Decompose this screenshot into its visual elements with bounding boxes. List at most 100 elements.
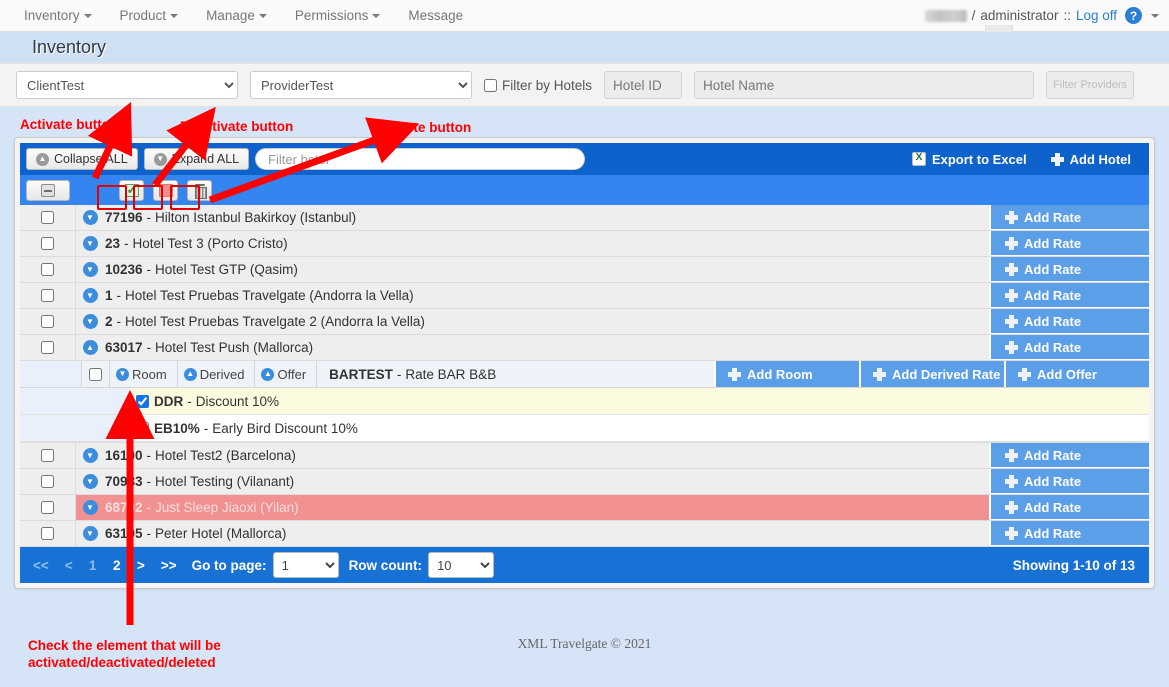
- add-hotel-button[interactable]: Add Hotel: [1039, 146, 1143, 172]
- hotel-name-input[interactable]: [694, 71, 1035, 99]
- rate-tab-derived[interactable]: ▲ Derived: [177, 361, 256, 387]
- offer-checkbox[interactable]: [135, 421, 149, 435]
- table-row[interactable]: ▼ 10236- Hotel Test GTP (Qasim) Add Rate: [20, 257, 1149, 283]
- deactivate-button[interactable]: [153, 179, 178, 201]
- filter-hotel-input[interactable]: [255, 148, 586, 170]
- offer-select-cell[interactable]: [130, 394, 154, 408]
- add-rate-button[interactable]: Add Rate: [989, 443, 1149, 468]
- row-expander-cell[interactable]: ▼: [76, 469, 104, 494]
- filter-by-hotels-checkbox[interactable]: [484, 78, 497, 92]
- add-rate-button[interactable]: Add Rate: [989, 231, 1149, 256]
- row-checkbox[interactable]: [41, 449, 54, 462]
- offer-row[interactable]: EB10% - Early Bird Discount 10%: [20, 415, 1149, 442]
- row-select-cell[interactable]: [20, 257, 76, 282]
- chevron-down-icon[interactable]: [1151, 13, 1159, 18]
- row-checkbox[interactable]: [41, 341, 54, 354]
- row-checkbox[interactable]: [41, 475, 54, 488]
- collapse-all-button[interactable]: ▲ Collapse ALL: [26, 148, 138, 170]
- chevron-down-icon[interactable]: ▼: [82, 210, 98, 225]
- pager-page-1[interactable]: 1: [84, 554, 102, 576]
- row-checkbox[interactable]: [41, 211, 54, 224]
- row-expander-cell[interactable]: ▼: [76, 257, 104, 282]
- row-select-cell[interactable]: [20, 309, 76, 334]
- table-row[interactable]: ▼ 77196- Hilton Istanbul Bakirkoy (Istanbu…: [20, 205, 1149, 231]
- row-expander-cell[interactable]: ▼: [76, 443, 104, 468]
- chevron-up-icon[interactable]: ▲: [82, 340, 98, 355]
- rate-tab-offer[interactable]: ▲ Offer: [255, 361, 318, 387]
- activate-button[interactable]: [119, 179, 144, 201]
- table-row[interactable]: ▼ 23- Hotel Test 3 (Porto Cristo) Add Rate: [20, 231, 1149, 257]
- row-checkbox[interactable]: [41, 527, 54, 540]
- pager-next[interactable]: >: [132, 554, 150, 576]
- add-rate-button[interactable]: Add Rate: [989, 205, 1149, 230]
- table-row[interactable]: ▼ 16100- Hotel Test2 (Barcelona) Add Rate: [20, 443, 1149, 469]
- add-rate-button[interactable]: Add Rate: [989, 309, 1149, 334]
- row-checkbox[interactable]: [41, 315, 54, 328]
- nav-item-inventory[interactable]: Inventory: [10, 2, 106, 29]
- row-expander-cell[interactable]: ▼: [76, 521, 104, 546]
- table-row[interactable]: ▲ 63017- Hotel Test Push (Mallorca) Add Rat…: [20, 335, 1149, 361]
- table-row[interactable]: ▼ 1- Hotel Test Pruebas Travelgate (Andorr…: [20, 283, 1149, 309]
- pager-page-2[interactable]: 2: [108, 554, 126, 576]
- row-select-cell[interactable]: [20, 521, 76, 546]
- pager-last[interactable]: >>: [156, 554, 182, 576]
- chevron-down-icon[interactable]: ▼: [82, 526, 98, 541]
- chevron-down-icon[interactable]: ▼: [82, 448, 98, 463]
- offer-select-cell[interactable]: [130, 421, 154, 435]
- pager-prev[interactable]: <: [60, 554, 78, 576]
- offer-checkbox[interactable]: [135, 394, 149, 408]
- add-rate-button[interactable]: Add Rate: [989, 469, 1149, 494]
- chevron-down-icon[interactable]: ▼: [82, 236, 98, 251]
- rate-select-cell[interactable]: [82, 361, 110, 387]
- add-rate-button[interactable]: Add Rate: [989, 495, 1149, 520]
- expand-all-button[interactable]: ▼ Expand ALL: [143, 148, 250, 170]
- row-select-cell[interactable]: [20, 283, 76, 308]
- nav-item-product[interactable]: Product: [106, 2, 193, 29]
- chevron-down-icon[interactable]: ▼: [82, 262, 98, 277]
- delete-button[interactable]: [187, 179, 212, 201]
- log-off-link[interactable]: Log off: [1076, 8, 1117, 23]
- table-row[interactable]: ▼ 2- Hotel Test Pruebas Travelgate 2 (Ando…: [20, 309, 1149, 335]
- filter-by-hotels-wrapper[interactable]: Filter by Hotels: [484, 78, 592, 93]
- row-select-cell[interactable]: [20, 205, 76, 230]
- chevron-down-icon[interactable]: ▼: [82, 474, 98, 489]
- row-select-cell[interactable]: [20, 231, 76, 256]
- go-to-page-select[interactable]: 1: [272, 552, 339, 578]
- row-select-cell[interactable]: [20, 443, 76, 468]
- hotel-id-input[interactable]: [604, 71, 683, 99]
- add-rate-button[interactable]: Add Rate: [989, 257, 1149, 282]
- add-derived-rate-button[interactable]: Add Derived Rate: [859, 361, 1004, 387]
- row-checkbox[interactable]: [41, 501, 54, 514]
- provider-select[interactable]: ProviderTest: [250, 71, 472, 99]
- rate-checkbox[interactable]: [89, 367, 102, 381]
- pager-first[interactable]: <<: [28, 554, 54, 576]
- row-select-cell[interactable]: [20, 495, 76, 520]
- table-row[interactable]: ▼ 63105- Peter Hotel (Mallorca) Add Rate: [20, 521, 1149, 547]
- export-to-excel-button[interactable]: Export to Excel: [900, 146, 1039, 172]
- add-rate-button[interactable]: Add Rate: [989, 521, 1149, 546]
- chevron-down-icon[interactable]: ▼: [82, 314, 98, 329]
- row-expander-cell[interactable]: ▼: [76, 231, 104, 256]
- table-row[interactable]: ▼ 70983- Hotel Testing (Vilanant) Add Rate: [20, 469, 1149, 495]
- add-rate-button[interactable]: Add Rate: [989, 283, 1149, 308]
- nav-item-message[interactable]: Message: [394, 2, 477, 29]
- row-expander-cell[interactable]: ▲: [76, 335, 104, 360]
- row-expander-cell[interactable]: ▼: [76, 205, 104, 230]
- client-select[interactable]: ClientTest: [16, 71, 238, 99]
- filter-providers-button[interactable]: Filter Providers: [1046, 71, 1134, 99]
- row-expander-cell[interactable]: ▼: [76, 495, 104, 520]
- row-checkbox[interactable]: [41, 263, 54, 276]
- chevron-down-icon[interactable]: ▼: [82, 288, 98, 303]
- offer-row[interactable]: DDR - Discount 10%: [20, 388, 1149, 415]
- select-all-dropdown-button[interactable]: [26, 179, 70, 201]
- row-expander-cell[interactable]: ▼: [76, 283, 104, 308]
- help-icon[interactable]: ?: [1125, 7, 1142, 24]
- table-row[interactable]: ▼ 68702- Just Sleep Jiaoxi (Yilan) Add Rate: [20, 495, 1149, 521]
- row-expander-cell[interactable]: ▼: [76, 309, 104, 334]
- chevron-down-icon[interactable]: ▼: [82, 500, 98, 515]
- row-select-cell[interactable]: [20, 335, 76, 360]
- row-count-select[interactable]: 10: [428, 552, 495, 578]
- nav-item-manage[interactable]: Manage: [192, 2, 281, 29]
- row-checkbox[interactable]: [41, 237, 54, 250]
- row-checkbox[interactable]: [41, 289, 54, 302]
